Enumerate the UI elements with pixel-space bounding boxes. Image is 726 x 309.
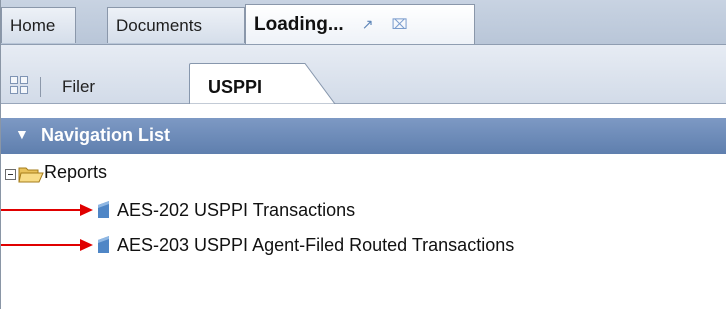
arrow-icon (0, 239, 93, 251)
tree-folder-reports[interactable]: Reports (44, 162, 107, 183)
navigation-tree: Reports AES-202 USPPI Transactions AES-2… (0, 156, 726, 309)
document-icon (98, 201, 109, 218)
secondary-tab-bar (0, 45, 726, 104)
tab-loading[interactable]: Loading... ↗ ⌧ (245, 4, 475, 44)
collapse-icon[interactable] (5, 169, 16, 180)
tree-item-aes-203[interactable]: AES-203 USPPI Agent-Filed Routed Transac… (117, 235, 514, 256)
tab-loading-label: Loading... (254, 13, 344, 35)
window-left-border (0, 0, 1, 309)
tree-item-aes-202[interactable]: AES-202 USPPI Transactions (117, 200, 355, 221)
tab-home[interactable]: Home (1, 7, 76, 43)
tab-usppi[interactable]: USPPI (189, 63, 339, 104)
navigation-list-header[interactable]: ▼ Navigation List (0, 118, 726, 154)
navigation-list-title: Navigation List (41, 125, 171, 145)
close-icon[interactable]: ⌧ (391, 16, 407, 33)
document-tab-bar: Home Documents Loading... ↗ ⌧ (0, 0, 726, 45)
application-frame: Home Documents Loading... ↗ ⌧ Filer USPP… (0, 0, 726, 309)
restore-icon[interactable]: ↗ (362, 16, 374, 33)
grid-icon[interactable] (10, 76, 28, 94)
folder-open-icon (18, 167, 44, 183)
tab-usppi-label: USPPI (208, 77, 263, 97)
arrow-icon (0, 204, 93, 216)
document-icon (98, 236, 109, 253)
tab-filer[interactable]: Filer (62, 77, 95, 97)
tab-documents[interactable]: Documents (107, 7, 245, 43)
collapse-triangle-icon[interactable]: ▼ (15, 126, 29, 142)
tab-separator (40, 77, 41, 97)
tab-documents-label: Documents (116, 15, 202, 35)
tab-home-label: Home (10, 15, 56, 35)
